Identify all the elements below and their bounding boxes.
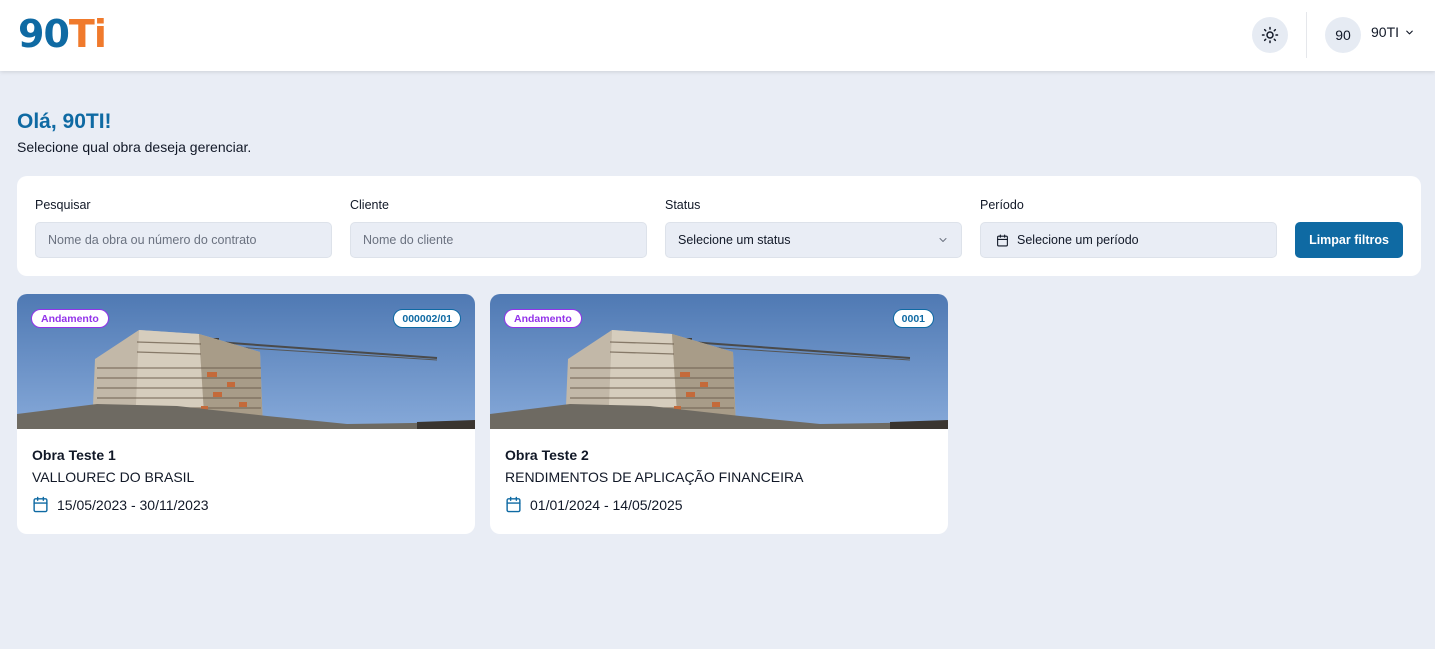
project-dates: 01/01/2024 - 14/05/2025 [505, 496, 683, 513]
project-title: Obra Teste 2 [505, 447, 589, 463]
sun-icon [1261, 26, 1279, 44]
status-badge: Andamento [31, 309, 109, 328]
client-input[interactable] [363, 233, 634, 247]
project-date-range: 15/05/2023 - 30/11/2023 [57, 496, 209, 513]
period-label: Período [980, 198, 1024, 212]
client-label: Cliente [350, 198, 389, 212]
period-picker[interactable]: Selecione um período [980, 222, 1277, 258]
status-label: Status [665, 198, 701, 212]
project-card[interactable]: Andamento 0001 Obra Teste 2 RENDIMENTOS … [490, 294, 948, 534]
logo-part-2: T [68, 12, 95, 56]
project-card[interactable]: Andamento 000002/01 Obra Teste 1 VALLOUR… [17, 294, 475, 534]
logo-part-3: i [93, 12, 107, 56]
status-select-value: Selecione um status [678, 233, 791, 247]
page-title: Olá, 90TI! [17, 110, 112, 133]
status-badge: Andamento [504, 309, 582, 328]
search-input[interactable] [48, 233, 319, 247]
search-field [35, 222, 332, 258]
theme-toggle-button[interactable] [1252, 17, 1288, 53]
contract-code-badge: 000002/01 [393, 309, 461, 328]
page-subtitle: Selecione qual obra deseja gerenciar. [17, 139, 252, 155]
user-name: 90TI [1371, 24, 1400, 40]
filters-panel: Pesquisar Cliente Status Selecione um st… [17, 176, 1421, 276]
contract-code-badge: 0001 [892, 309, 934, 328]
calendar-icon [997, 234, 1008, 246]
top-header: 90Ti 90 90TI [0, 0, 1435, 71]
user-menu-button[interactable]: 90TI [1371, 24, 1415, 40]
chevron-down-icon [939, 238, 947, 242]
project-client: VALLOUREC DO BRASIL [32, 469, 195, 485]
project-date-range: 01/01/2024 - 14/05/2025 [530, 496, 683, 513]
calendar-icon [506, 496, 521, 513]
company-logo[interactable]: 90Ti [18, 12, 107, 56]
clear-filters-button[interactable]: Limpar filtros [1295, 222, 1403, 258]
project-title: Obra Teste 1 [32, 447, 116, 463]
calendar-icon [33, 496, 48, 513]
project-dates: 15/05/2023 - 30/11/2023 [32, 496, 209, 513]
logo-part-1: 90 [18, 12, 70, 56]
project-client: RENDIMENTOS DE APLICAÇÃO FINANCEIRA [505, 469, 804, 485]
project-photo: Andamento 0001 [490, 294, 948, 429]
user-avatar[interactable]: 90 [1325, 17, 1361, 53]
avatar-initials: 90 [1335, 27, 1351, 43]
search-label: Pesquisar [35, 198, 91, 212]
project-photo: Andamento 000002/01 [17, 294, 475, 429]
client-field [350, 222, 647, 258]
chevron-down-icon [1406, 30, 1413, 34]
status-select[interactable]: Selecione um status [665, 222, 962, 258]
header-divider [1306, 12, 1307, 58]
period-picker-value: Selecione um período [1017, 233, 1139, 247]
